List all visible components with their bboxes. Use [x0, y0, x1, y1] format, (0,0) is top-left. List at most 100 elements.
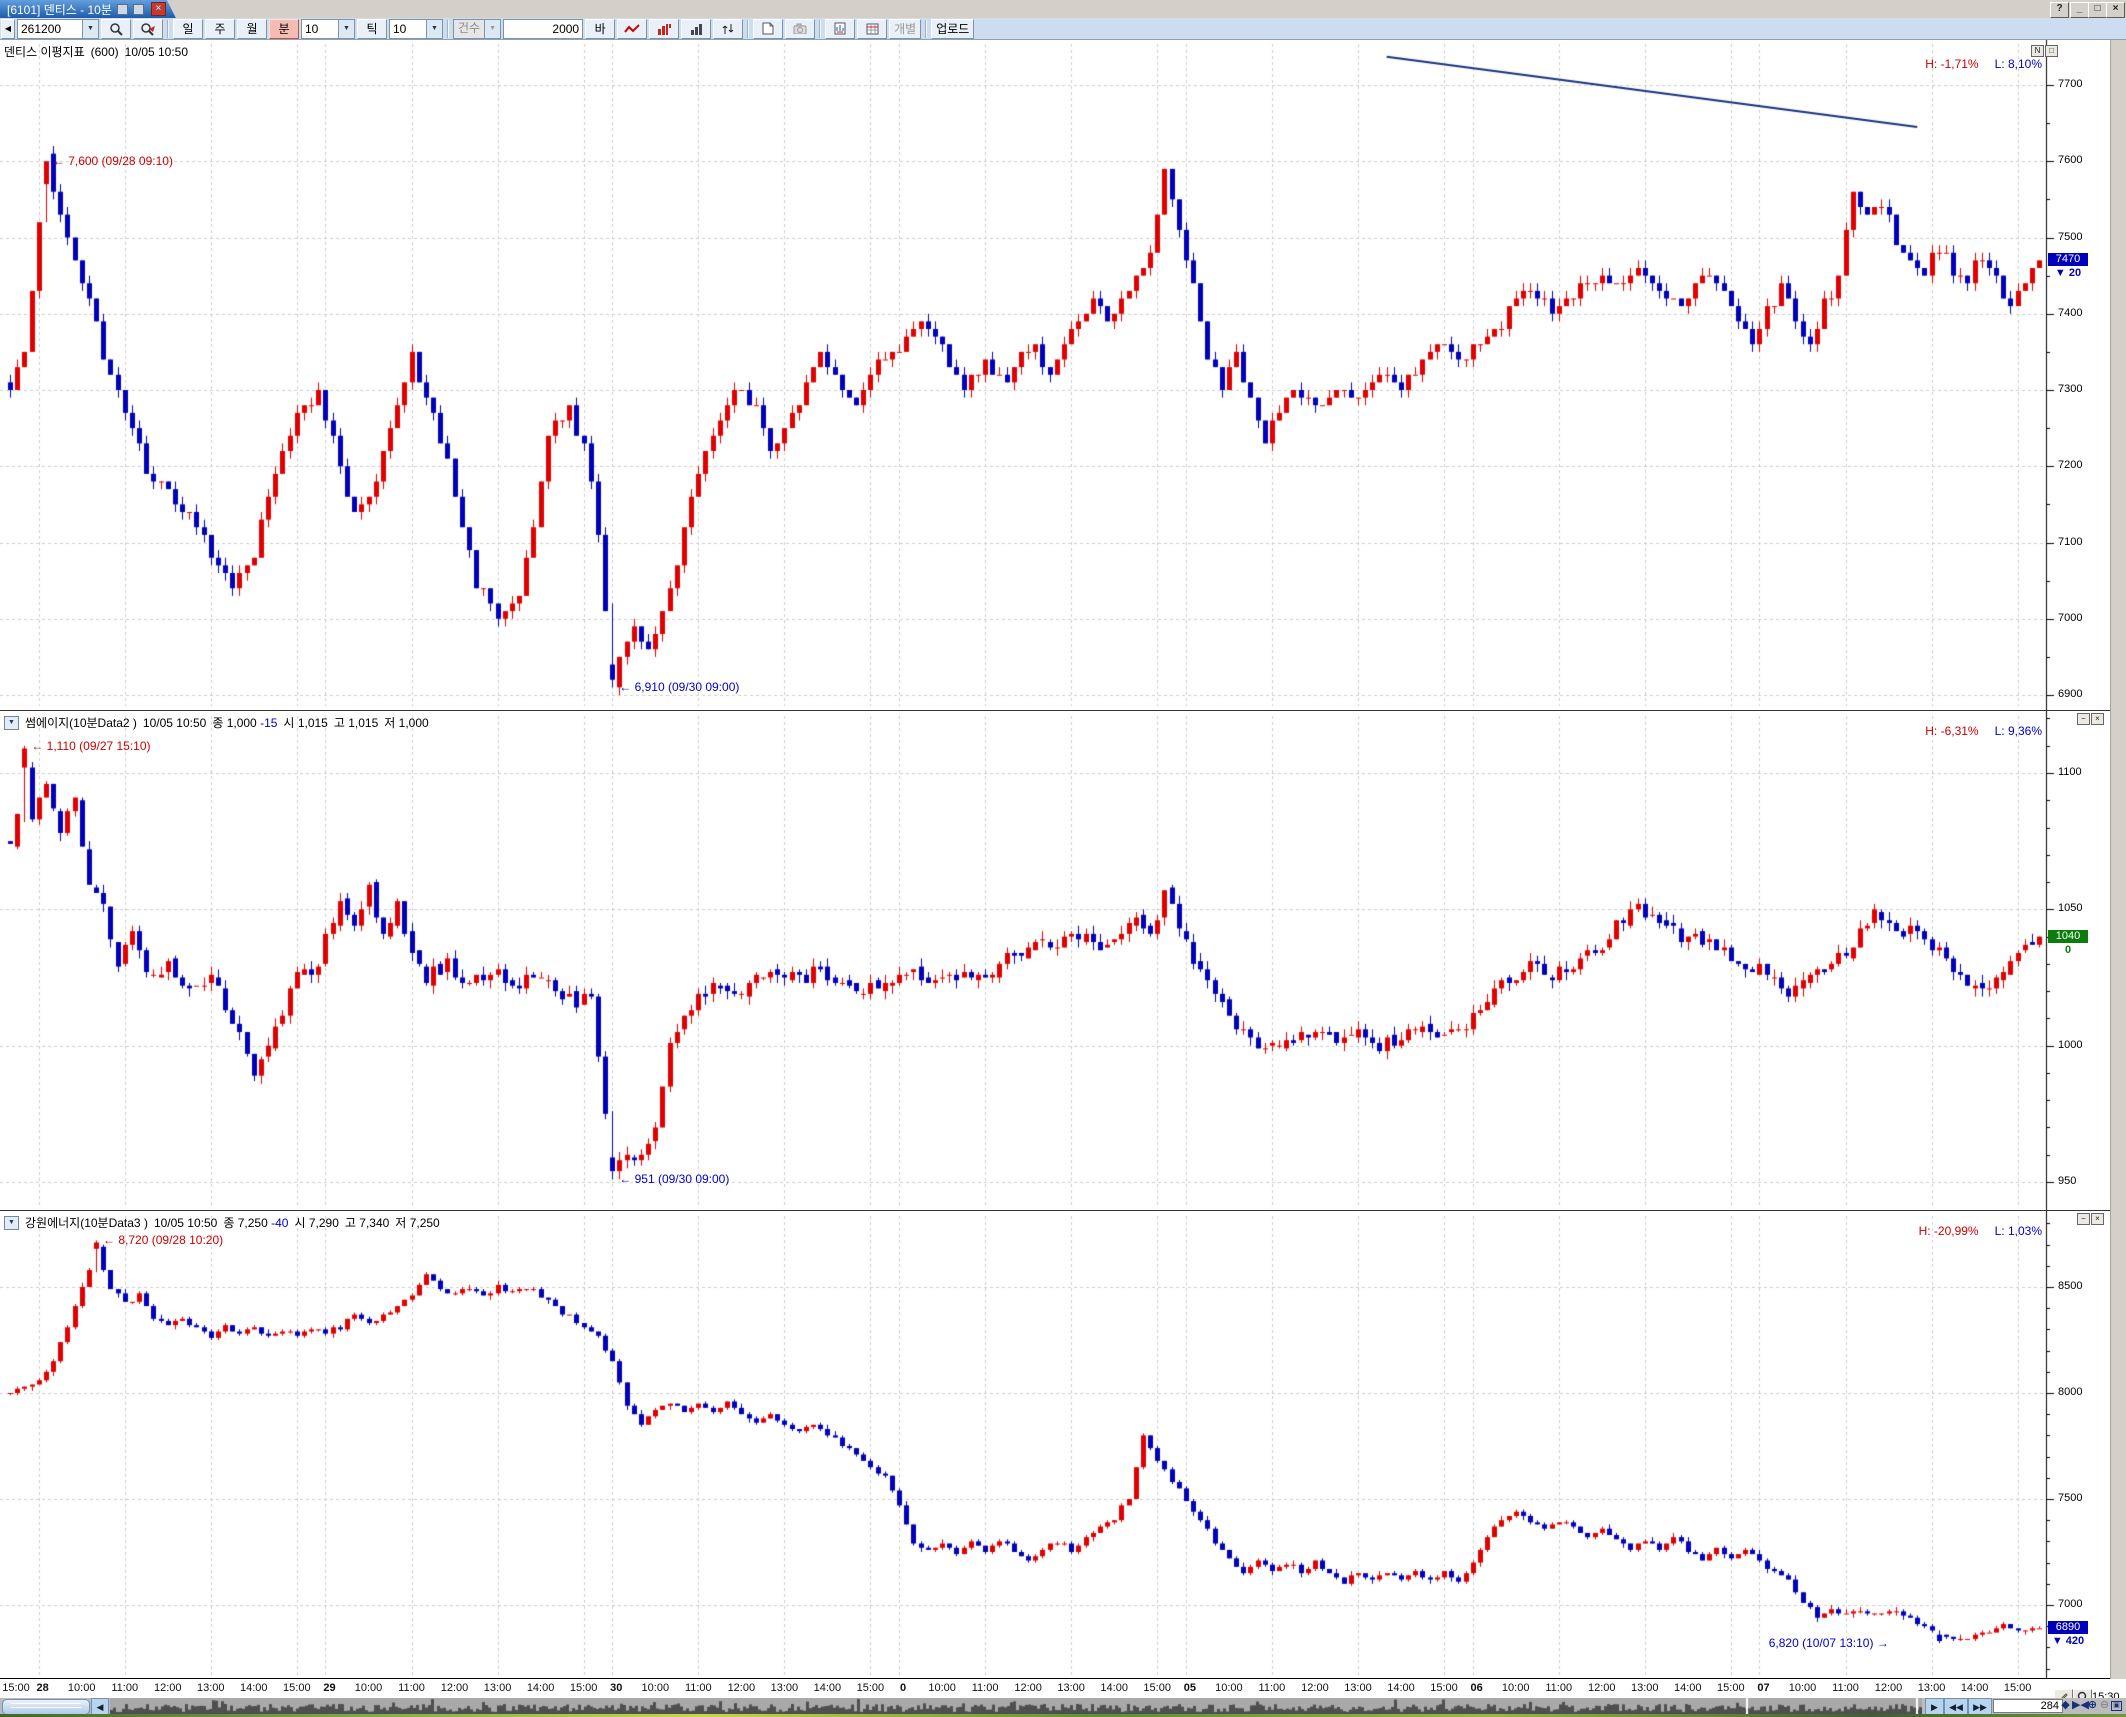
low-field: 저 7,250 [395, 1214, 439, 1231]
search-recent-button[interactable] [133, 19, 163, 39]
chart-header: ▼ 썸에이지(10분Data2 ) 10/05 10:50 종 1,000 -1… [4, 714, 429, 731]
low-annotation: ← 951 (09/30 09:00) [619, 1172, 729, 1186]
chart-panel-thumbage: ▼ 썸에이지(10분Data2 ) 10/05 10:50 종 1,000 -1… [0, 711, 2126, 1211]
high-field: 고 1,015 [334, 714, 378, 731]
go-to-end-icon[interactable]: ▶◀ [2072, 1699, 2085, 1712]
bar-count-box[interactable] [503, 19, 583, 39]
expand-horizontal-icon[interactable]: ◆ [2059, 1699, 2072, 1712]
help-button[interactable]: ? [2050, 2, 2069, 18]
time-axis-label: 14:00 [519, 1682, 563, 1694]
time-axis-day-label: 07 [1741, 1682, 1785, 1694]
up-down-arrows-icon [722, 23, 734, 35]
panel-close-button[interactable]: × [2091, 713, 2104, 725]
time-axis-label: 10:00 [60, 1682, 104, 1694]
time-axis-label: 13:00 [762, 1682, 806, 1694]
chart-datetime: 10/05 10:50 [125, 45, 188, 59]
search-button[interactable] [101, 19, 131, 39]
period-day-button[interactable]: 일 [173, 19, 203, 39]
y-axis-label: 7500 [2058, 231, 2082, 243]
time-axis-label: 11:00 [103, 1682, 147, 1694]
time-axis-label: 11:00 [1537, 1682, 1581, 1694]
volume-minimap[interactable] [110, 1698, 1922, 1714]
minute-interval-combo[interactable]: ▼ [301, 19, 355, 39]
panel-n-button[interactable]: N [2031, 45, 2044, 57]
scrollbar-thumb[interactable] [2, 1699, 90, 1715]
time-axis-label: 14:00 [805, 1682, 849, 1694]
search-icon [109, 22, 123, 36]
fit-window-icon[interactable]: ▣ [2110, 1699, 2123, 1712]
time-axis-label: 12:00 [146, 1682, 190, 1694]
y-axis-label: 7700 [2058, 78, 2082, 90]
minimize-button[interactable]: _ [2070, 2, 2089, 18]
panel-minimize-button[interactable]: − [2077, 713, 2090, 725]
stock-code-combo[interactable]: ▼ [17, 19, 99, 39]
minute-interval-input[interactable] [302, 20, 338, 38]
high-annotation: ← 1,110 (09/27 15:10) [31, 739, 150, 753]
grid-view-button[interactable] [857, 19, 887, 39]
count-combo-disabled: 건수 ▼ [453, 19, 501, 39]
time-axis-label: 15:00 [1996, 1682, 2040, 1694]
time-axis-label: 13:00 [189, 1682, 233, 1694]
high-low-indicator: H: -1,71%L: 8,10% [1925, 57, 2042, 71]
chart-panel-kangwon: ▼ 강원에너지(10분Data3 ) 10/05 10:50 종 7,250 -… [0, 1211, 2126, 1679]
current-price-badge: 6890 [2048, 1621, 2088, 1634]
period-minute-button[interactable]: 분 [269, 19, 299, 39]
line-chart-tool-button[interactable] [617, 19, 647, 39]
y-axis-label: 6900 [2058, 688, 2082, 700]
search-arrow-icon [140, 22, 156, 36]
panel-buttons: − × [2077, 1213, 2104, 1225]
toolbar-separator [747, 20, 749, 38]
sort-updown-button[interactable] [713, 19, 743, 39]
chevron-down-icon: ▼ [484, 20, 500, 38]
bar-unit-button[interactable]: 바 [585, 19, 615, 39]
candlestick-canvas[interactable] [0, 1211, 2110, 1678]
time-axis-day-label: 0 [881, 1682, 925, 1694]
chevron-down-icon[interactable]: ▼ [82, 20, 98, 38]
candlestick-canvas[interactable] [0, 711, 2110, 1210]
tick-interval-input[interactable] [390, 20, 426, 38]
high-low-indicator: H: -6,31%L: 9,36% [1925, 724, 2042, 738]
collapse-left-button[interactable]: ◀ [1, 19, 15, 39]
time-axis-label: 13:00 [476, 1682, 520, 1694]
panel-buttons: N □ [2031, 45, 2058, 57]
candlestick-canvas[interactable] [0, 40, 2110, 710]
chart-title: 강원에너지(10분Data3 ) [25, 1214, 148, 1231]
time-axis-label: 12:00 [1293, 1682, 1337, 1694]
chart-header: ▼ 강원에너지(10분Data3 ) 10/05 10:50 종 7,250 -… [4, 1214, 440, 1231]
close-button[interactable]: × [2106, 2, 2125, 18]
volume-alert-button[interactable] [649, 19, 679, 39]
upload-button[interactable]: 업로드 [931, 19, 974, 39]
time-axis-label: 10:00 [1781, 1682, 1825, 1694]
panel-close-button[interactable]: × [2091, 1213, 2104, 1225]
time-axis-label: 13:00 [1910, 1682, 1954, 1694]
chart-report-button[interactable] [825, 19, 855, 39]
period-month-button[interactable]: 월 [237, 19, 267, 39]
y-axis-label: 1050 [2058, 902, 2082, 914]
price-change-label: ▼ 20 [2048, 267, 2088, 279]
stock-code-input[interactable] [18, 20, 82, 38]
tick-interval-combo[interactable]: ▼ [389, 19, 443, 39]
chevron-down-icon[interactable]: ▼ [426, 20, 442, 38]
toolbar-separator [925, 20, 927, 38]
tab-close-icon[interactable]: × [151, 2, 166, 16]
panel-minimize-button[interactable]: − [2077, 1213, 2090, 1225]
volume-chart-button[interactable] [681, 19, 711, 39]
visible-bar-count-input[interactable]: 284 [1993, 1699, 2063, 1713]
y-axis-label: 7000 [2058, 1598, 2082, 1610]
tab-doc-icon [117, 4, 128, 15]
time-axis-label: 11:00 [390, 1682, 434, 1694]
price-change-label: 0 [2048, 944, 2088, 956]
chart-window-tab[interactable]: [6101] 덴티스 - 10분 × [0, 0, 176, 18]
y-axis-label: 950 [2058, 1175, 2076, 1187]
chevron-down-icon[interactable]: ▼ [4, 716, 19, 730]
chevron-down-icon[interactable]: ▼ [338, 20, 354, 38]
panel-box-button[interactable]: □ [2045, 45, 2058, 57]
period-tick-button[interactable]: 틱 [357, 19, 387, 39]
maximize-button[interactable]: □ [2088, 2, 2107, 18]
period-week-button[interactable]: 주 [205, 19, 235, 39]
chevron-down-icon[interactable]: ▼ [4, 1216, 19, 1230]
bar-count-input[interactable] [504, 20, 582, 38]
time-axis-label: 10:00 [633, 1682, 677, 1694]
new-page-button[interactable] [753, 19, 783, 39]
toolbar-separator [447, 20, 449, 38]
